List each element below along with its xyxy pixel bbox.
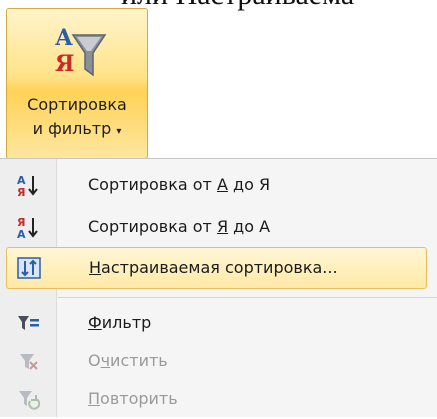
- menu-item-sort-z-to-a[interactable]: Я А Сортировка от Я до А: [0, 207, 437, 247]
- svg-text:Я: Я: [17, 186, 25, 197]
- menu-item-label: Очистить: [88, 351, 168, 370]
- custom-sort-icon: [17, 257, 41, 279]
- menu-item-label: Настраиваемая сортировка...: [89, 258, 338, 277]
- menu-item-filter[interactable]: Фильтр: [0, 303, 437, 343]
- document-background-text: или Настраиваема: [121, 0, 354, 12]
- sort-filter-dropdown-menu: А Я Сортировка от А до Я Я А Сортировка …: [0, 158, 437, 417]
- clear-filter-icon: [20, 354, 38, 370]
- sort-and-filter-button[interactable]: А Я Сортировка и фильтр ▾: [6, 8, 148, 159]
- svg-text:Я: Я: [55, 51, 74, 77]
- filter-icon: [18, 316, 39, 330]
- sort-az-icon: А Я: [17, 174, 38, 197]
- menu-item-sort-a-to-z[interactable]: А Я Сортировка от А до Я: [0, 165, 437, 205]
- svg-text:А: А: [55, 25, 73, 51]
- menu-item-clear[interactable]: Очистить: [0, 341, 437, 381]
- menu-item-custom-sort[interactable]: Настраиваемая сортировка...: [6, 247, 427, 289]
- sort-za-icon: Я А: [17, 216, 38, 239]
- menu-item-label: Повторить: [88, 389, 178, 408]
- menu-separator: [58, 297, 437, 298]
- sort-filter-icon: А Я: [55, 25, 107, 77]
- reapply-icon: [19, 391, 40, 410]
- menu-item-label: Фильтр: [88, 313, 152, 332]
- chevron-down-icon: ▾: [116, 126, 122, 137]
- menu-item-reapply[interactable]: Повторить: [0, 379, 437, 419]
- sort-and-filter-label-line1: Сортировка: [27, 95, 127, 114]
- menu-item-label: Сортировка от Я до А: [88, 217, 271, 236]
- menu-item-label: Сортировка от А до Я: [88, 175, 271, 194]
- sort-and-filter-label-line2: и фильтр ▾: [7, 119, 147, 142]
- svg-text:А: А: [17, 228, 26, 239]
- sort-and-filter-label-text: и фильтр: [32, 119, 112, 138]
